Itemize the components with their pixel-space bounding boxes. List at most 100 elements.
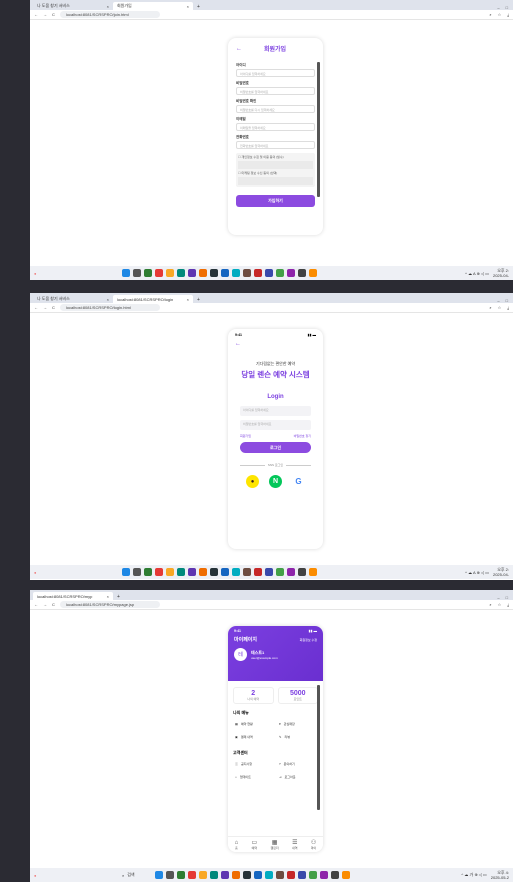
kakao-login-icon[interactable]: ● — [246, 475, 259, 488]
taskbar-app-icon[interactable] — [276, 871, 285, 879]
reload-icon[interactable]: C — [52, 12, 55, 17]
close-icon[interactable]: × — [107, 297, 109, 302]
download-icon[interactable]: ⤓ — [507, 602, 509, 607]
reload-icon[interactable]: C — [52, 305, 55, 310]
taskbar-app-icon[interactable] — [309, 269, 317, 277]
taskbar-app-icon[interactable] — [243, 568, 251, 576]
nav-item[interactable]: ⚇ 마이 — [311, 839, 317, 850]
reload-icon[interactable]: C — [52, 602, 55, 607]
tray-icons[interactable]: ^ ☁ 가 ⊕ ◁ ▭ — [461, 872, 486, 878]
taskbar-app-icon[interactable] — [232, 269, 240, 277]
point-stat[interactable]: 5000 포인트 — [277, 687, 318, 704]
taskbar-app-icon[interactable] — [221, 568, 229, 576]
taskbar-app-icon[interactable] — [144, 269, 152, 277]
star-icon[interactable]: ☆ — [498, 12, 502, 17]
taskbar-app-icon[interactable] — [254, 568, 262, 576]
taskbar-app-icon[interactable] — [210, 871, 219, 879]
taskbar-app-icon[interactable] — [265, 568, 273, 576]
star-icon[interactable]: ☆ — [498, 602, 502, 607]
menu-item[interactable]: ▦ 예약 현황 — [233, 719, 274, 729]
taskbar-app-icon[interactable] — [166, 871, 175, 879]
taskbar-app-icon[interactable] — [133, 568, 141, 576]
weather-icon[interactable]: ● — [34, 873, 36, 878]
taskbar-app-icon[interactable] — [276, 269, 284, 277]
minimize-icon[interactable]: – — [497, 5, 499, 10]
text-input[interactable]: 아이디를 입력하세요 — [236, 69, 315, 77]
naver-login-icon[interactable]: N — [269, 475, 282, 488]
taskbar-app-icon[interactable] — [331, 871, 340, 879]
zoom-icon[interactable]: ⌕ — [489, 305, 491, 310]
taskbar-app-icon[interactable] — [254, 269, 262, 277]
taskbar-app-icon[interactable] — [232, 568, 240, 576]
back-icon[interactable]: ← — [34, 305, 38, 310]
url-field[interactable]: localhost:8081/SCRSPRO/join.html — [59, 11, 160, 18]
taskbar-app-icon[interactable] — [243, 871, 252, 879]
taskbar-app-icon[interactable] — [221, 871, 230, 879]
taskbar-app-icon[interactable] — [287, 269, 295, 277]
edit-profile-link[interactable]: 회원정보 수정 — [300, 638, 317, 642]
close-icon[interactable]: × — [187, 297, 189, 302]
forward-icon[interactable]: → — [43, 12, 47, 17]
menu-item[interactable]: ✎ 리뷰 — [277, 732, 318, 742]
nav-item[interactable]: ☰ 내역 — [292, 839, 298, 850]
agree-checkbox-2[interactable]: ☐ 마케팅 정보 수신 동의 (선택) — [238, 171, 313, 175]
nav-item[interactable]: ▦ 캘린더 — [270, 839, 278, 850]
taskbar-app-icon[interactable] — [133, 269, 141, 277]
menu-item[interactable]: ⓘ 공지사항 — [233, 759, 274, 769]
taskbar-app-icon[interactable] — [298, 269, 306, 277]
taskbar-app-icon[interactable] — [199, 269, 207, 277]
taskbar-app-icon[interactable] — [309, 568, 317, 576]
taskbar-app-icon[interactable] — [298, 871, 307, 879]
taskbar-app-icon[interactable] — [342, 871, 351, 879]
minimize-icon[interactable]: – — [497, 298, 499, 303]
back-arrow-icon[interactable]: ← — [228, 341, 323, 347]
tray-icons[interactable]: ^ ☁ A ⊕ ◁ ▭ — [465, 271, 489, 276]
taskbar-app-icon[interactable] — [177, 269, 185, 277]
agree-checkbox-1[interactable]: ☐ 개인정보 수집 및 이용 동의 (필수) — [238, 155, 313, 159]
tab-2[interactable]: localhost:8081/SCRSPRO/login × — [113, 295, 193, 303]
taskbar-app-icon[interactable] — [320, 871, 329, 879]
taskbar-app-icon[interactable] — [177, 871, 186, 879]
taskbar-app-icon[interactable] — [265, 871, 274, 879]
menu-item[interactable]: ♥ 관심매장 — [277, 719, 318, 729]
taskbar-app-icon[interactable] — [232, 871, 241, 879]
tab-1[interactable]: 나 도움 창기 서비스 × — [33, 295, 113, 303]
forward-icon[interactable]: → — [43, 602, 47, 607]
taskbar-app-icon[interactable] — [243, 269, 251, 277]
menu-item[interactable]: ⇥ 로그아웃 — [277, 772, 318, 782]
tab-1[interactable]: localhost:8081/SCRSPRO/myp × — [33, 592, 113, 600]
maximize-icon[interactable]: □ — [506, 298, 508, 303]
taskbar-app-icon[interactable] — [122, 568, 130, 576]
password-input[interactable]: 비밀번호를 입력하세요 — [240, 420, 311, 430]
text-input[interactable]: 전화번호를 입력하세요 — [236, 141, 315, 149]
taskbar-app-icon[interactable] — [287, 871, 296, 879]
taskbar-app-icon[interactable] — [144, 568, 152, 576]
submit-button[interactable]: 가입하기 — [236, 195, 315, 207]
text-input[interactable]: 비밀번호를 다시 입력하세요 — [236, 105, 315, 113]
login-button[interactable]: 로그인 — [240, 442, 311, 453]
menu-item[interactable]: ▣ 결제 내역 — [233, 732, 274, 742]
scrollbar[interactable] — [317, 62, 320, 197]
new-tab-button[interactable]: + — [113, 594, 124, 600]
taskbar-app-icon[interactable] — [199, 568, 207, 576]
close-icon[interactable]: × — [107, 4, 109, 9]
google-login-icon[interactable]: G — [292, 475, 305, 488]
find-password-link[interactable]: 비밀번호 찾기 — [294, 434, 311, 438]
reservation-stat[interactable]: 2 나의 예약 — [233, 687, 274, 704]
taskbar-app-icon[interactable] — [298, 568, 306, 576]
back-arrow-icon[interactable]: ← — [236, 46, 242, 52]
taskbar-app-icon[interactable] — [155, 269, 163, 277]
taskbar-app-icon[interactable] — [188, 871, 197, 879]
maximize-icon[interactable]: □ — [506, 5, 508, 10]
menu-item[interactable]: ⌂ 업데이트 — [233, 772, 274, 782]
download-icon[interactable]: ⤓ — [507, 12, 509, 17]
taskbar-app-icon[interactable] — [254, 871, 263, 879]
taskbar-app-icon[interactable] — [309, 871, 318, 879]
weather-icon[interactable]: ● — [34, 570, 36, 575]
back-icon[interactable]: ← — [34, 602, 38, 607]
minimize-icon[interactable]: – — [497, 595, 499, 600]
new-tab-button[interactable]: + — [193, 297, 204, 303]
id-input[interactable]: 아이디를 입력하세요 — [240, 406, 311, 416]
taskbar-app-icon[interactable] — [210, 269, 218, 277]
taskbar-app-icon[interactable] — [265, 269, 273, 277]
